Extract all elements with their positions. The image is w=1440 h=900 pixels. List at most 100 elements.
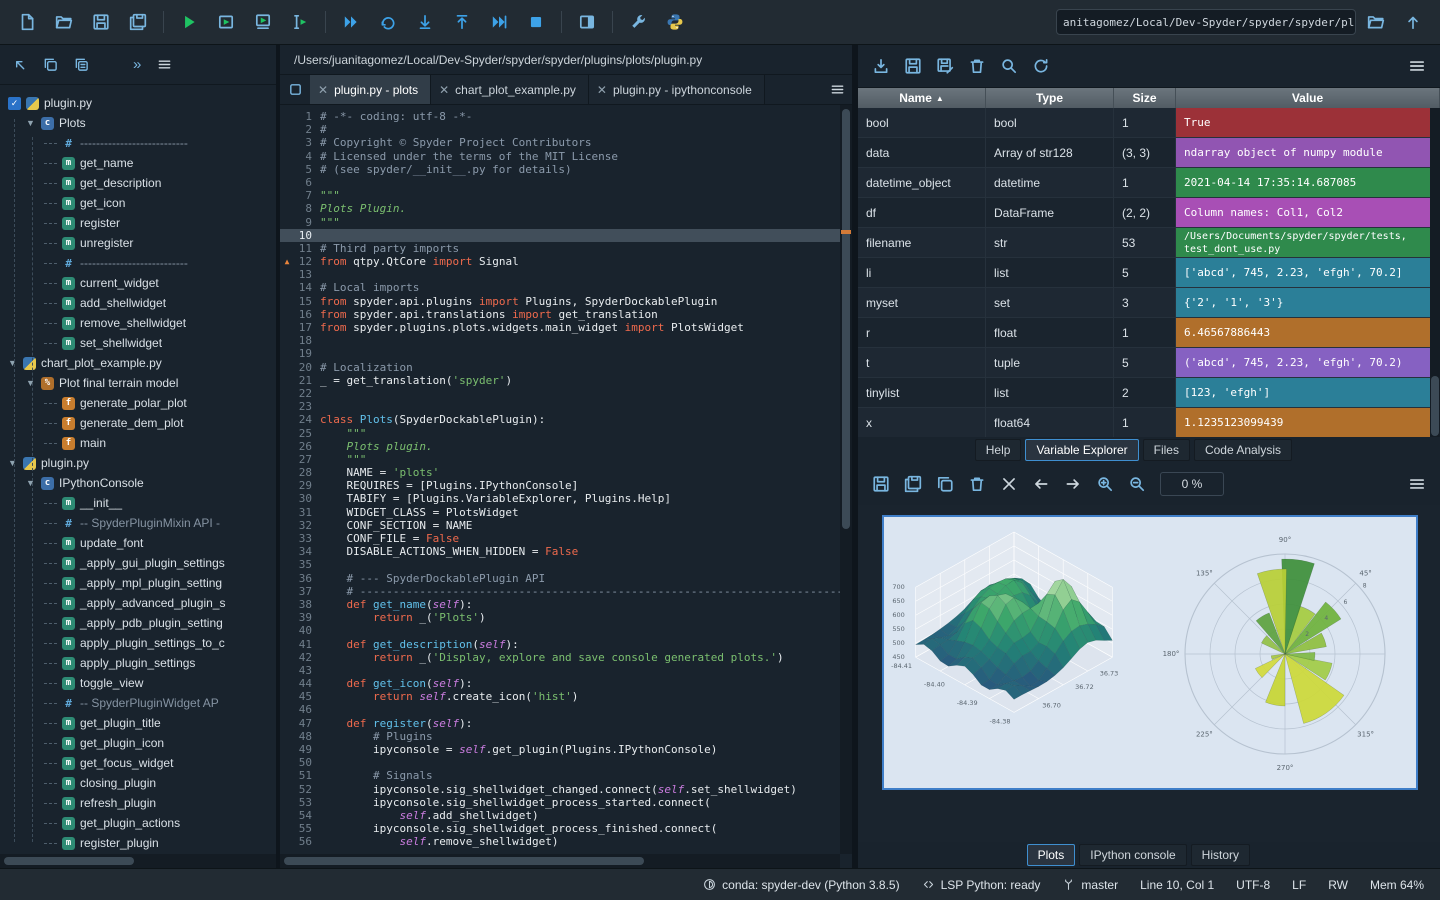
expand-chevron-icon[interactable]: ▼ — [8, 358, 18, 368]
code-line-45[interactable]: 45 return self.create_icon('hist') — [280, 690, 840, 703]
tab-files[interactable]: Files — [1143, 439, 1190, 461]
tab-help[interactable]: Help — [975, 439, 1022, 461]
scrollbar-handle[interactable] — [4, 857, 134, 865]
code-line-22[interactable]: 22 — [280, 387, 840, 400]
browse-directory-button[interactable] — [1359, 5, 1393, 39]
code-line-33[interactable]: 33 CONF_FILE = False — [280, 532, 840, 545]
remove-variable-button[interactable] — [968, 57, 986, 75]
outline-item[interactable]: mremove_shellwidget — [0, 313, 276, 333]
browse-tabs-button[interactable] — [280, 75, 310, 104]
run-file-button[interactable] — [172, 5, 206, 39]
outline-item[interactable]: #-- SpyderPluginWidget AP — [0, 693, 276, 713]
outline-item[interactable]: madd_shellwidget — [0, 293, 276, 313]
variable-row-t[interactable]: ttuple5('abcd', 745, 2.23, 'efgh', 70.2) — [858, 348, 1440, 378]
copy-cells-button[interactable] — [43, 57, 58, 72]
code-line-14[interactable]: 14# Local imports — [280, 281, 840, 294]
working-directory-input[interactable]: anitagomez/Local/Dev-Spyder/spyder/spyde… — [1056, 9, 1356, 35]
checkbox-checked-icon[interactable]: ✓ — [8, 97, 21, 110]
outline-item[interactable]: mget_icon — [0, 193, 276, 213]
plot-figure[interactable]: 450500550600650700-84.41-84.40-84.39-84.… — [882, 515, 1418, 790]
code-line-44[interactable]: 44 def get_icon(self): — [280, 677, 840, 690]
save-plot-button[interactable] — [872, 475, 890, 493]
code-line-37[interactable]: 37 # -----------------------------------… — [280, 585, 840, 598]
stop-button[interactable] — [519, 5, 553, 39]
outline-item[interactable]: mcurrent_widget — [0, 273, 276, 293]
variable-row-filename[interactable]: filenamestr53/Users/Documents/spyder/spy… — [858, 228, 1440, 258]
outline-item[interactable]: mget_name — [0, 153, 276, 173]
code-line-8[interactable]: 8Plots Plugin. — [280, 202, 840, 215]
outline-horizontal-scrollbar[interactable] — [0, 854, 276, 868]
variable-row-tinylist[interactable]: tinylistlist2[123, 'efgh'] — [858, 378, 1440, 408]
code-line-16[interactable]: 16from spyder.api.translations import ge… — [280, 308, 840, 321]
next-plot-button[interactable] — [1064, 475, 1082, 493]
outline-item[interactable]: mregister_plugin — [0, 833, 276, 852]
code-line-36[interactable]: 36 # --- SpyderDockablePlugin API — [280, 572, 840, 585]
outline-item[interactable]: mapply_plugin_settings — [0, 653, 276, 673]
variable-value[interactable]: Column names: Col1, Col2 — [1176, 198, 1440, 227]
outline-item[interactable]: mregister — [0, 213, 276, 233]
expand-chevron-icon[interactable]: ▼ — [26, 378, 36, 388]
variable-table-scrollbar[interactable] — [1430, 108, 1440, 437]
continue-button[interactable] — [482, 5, 516, 39]
editor-horizontal-scrollbar[interactable] — [280, 854, 840, 868]
editor-tab[interactable]: ✕plugin.py - ipythonconsole — [589, 75, 765, 104]
outline-item[interactable]: mget_plugin_title — [0, 713, 276, 733]
editor-options-button[interactable] — [822, 75, 852, 104]
variable-row-bool[interactable]: boolbool1True — [858, 108, 1440, 138]
code-line-52[interactable]: 52 ipyconsole.sig_shellwidget_changed.co… — [280, 783, 840, 796]
outline-item[interactable]: fmain — [0, 433, 276, 453]
outline-item[interactable]: mapply_plugin_settings_to_c — [0, 633, 276, 653]
close-tab-icon[interactable]: ✕ — [318, 83, 328, 97]
save-data-as-button[interactable] — [936, 57, 954, 75]
outline-item[interactable]: mupdate_font — [0, 533, 276, 553]
variable-row-x[interactable]: xfloat6411.1235123099439 — [858, 408, 1440, 437]
code-line-5[interactable]: 5# (see spyder/__init__.py for details) — [280, 163, 840, 176]
scrollbar-handle[interactable] — [1431, 376, 1439, 436]
code-line-25[interactable]: 25 """ — [280, 427, 840, 440]
outline-item[interactable]: m_apply_advanced_plugin_s — [0, 593, 276, 613]
step-out-button[interactable] — [445, 5, 479, 39]
save-all-plots-button[interactable] — [904, 475, 922, 493]
code-line-51[interactable]: 51 # Signals — [280, 769, 840, 782]
variable-row-data[interactable]: dataArray of str128(3, 3)ndarray object … — [858, 138, 1440, 168]
save-data-button[interactable] — [904, 57, 922, 75]
new-file-button[interactable] — [10, 5, 44, 39]
zoom-in-button[interactable] — [1096, 475, 1114, 493]
plots-options-button[interactable] — [1408, 475, 1426, 493]
code-line-9[interactable]: 9""" — [280, 216, 840, 229]
column-header-type[interactable]: Type — [986, 88, 1114, 108]
remove-all-plots-button[interactable] — [1000, 475, 1018, 493]
goto-cursor-button[interactable] — [12, 57, 27, 72]
code-area[interactable]: 1# -*- coding: utf-8 -*-2#3# Copyright ©… — [280, 105, 840, 854]
remove-plot-button[interactable] — [968, 475, 986, 493]
code-line-43[interactable]: 43 — [280, 664, 840, 677]
variable-value[interactable]: 6.46567886443 — [1176, 318, 1440, 347]
code-line-15[interactable]: 15from spyder.api.plugins import Plugins… — [280, 295, 840, 308]
close-tab-icon[interactable]: ✕ — [597, 83, 607, 97]
variable-value[interactable]: 1.1235123099439 — [1176, 408, 1440, 437]
refresh-variables-button[interactable] — [1032, 57, 1050, 75]
code-line-2[interactable]: 2# — [280, 123, 840, 136]
code-line-30[interactable]: 30 TABIFY = [Plugins.VariableExplorer, P… — [280, 492, 840, 505]
outline-item[interactable]: m_apply_mpl_plugin_setting — [0, 573, 276, 593]
editor-tab[interactable]: ✕plugin.py - plots — [310, 75, 431, 104]
code-line-3[interactable]: 3# Copyright © Spyder Project Contributo… — [280, 136, 840, 149]
outline-item[interactable]: mget_description — [0, 173, 276, 193]
code-line-46[interactable]: 46 — [280, 703, 840, 716]
tab-variable-explorer[interactable]: Variable Explorer — [1025, 439, 1138, 461]
code-line-18[interactable]: 18 — [280, 334, 840, 347]
code-line-50[interactable]: 50 — [280, 756, 840, 769]
code-line-11[interactable]: 11# Third party imports — [280, 242, 840, 255]
show-more-button[interactable]: » — [133, 56, 141, 73]
step-over-button[interactable] — [371, 5, 405, 39]
save-all-button[interactable] — [121, 5, 155, 39]
code-line-35[interactable]: 35 — [280, 558, 840, 571]
outline-item[interactable]: mget_focus_widget — [0, 753, 276, 773]
code-line-12[interactable]: ▲12from qtpy.QtCore import Signal — [280, 255, 840, 268]
code-line-19[interactable]: 19 — [280, 347, 840, 360]
variable-value[interactable]: 2021-04-14 17:35:14.687085 — [1176, 168, 1440, 197]
run-cell-advance-button[interactable] — [246, 5, 280, 39]
parent-directory-button[interactable] — [1396, 5, 1430, 39]
outline-item[interactable]: munregister — [0, 233, 276, 253]
expand-chevron-icon[interactable]: ▼ — [26, 478, 36, 488]
